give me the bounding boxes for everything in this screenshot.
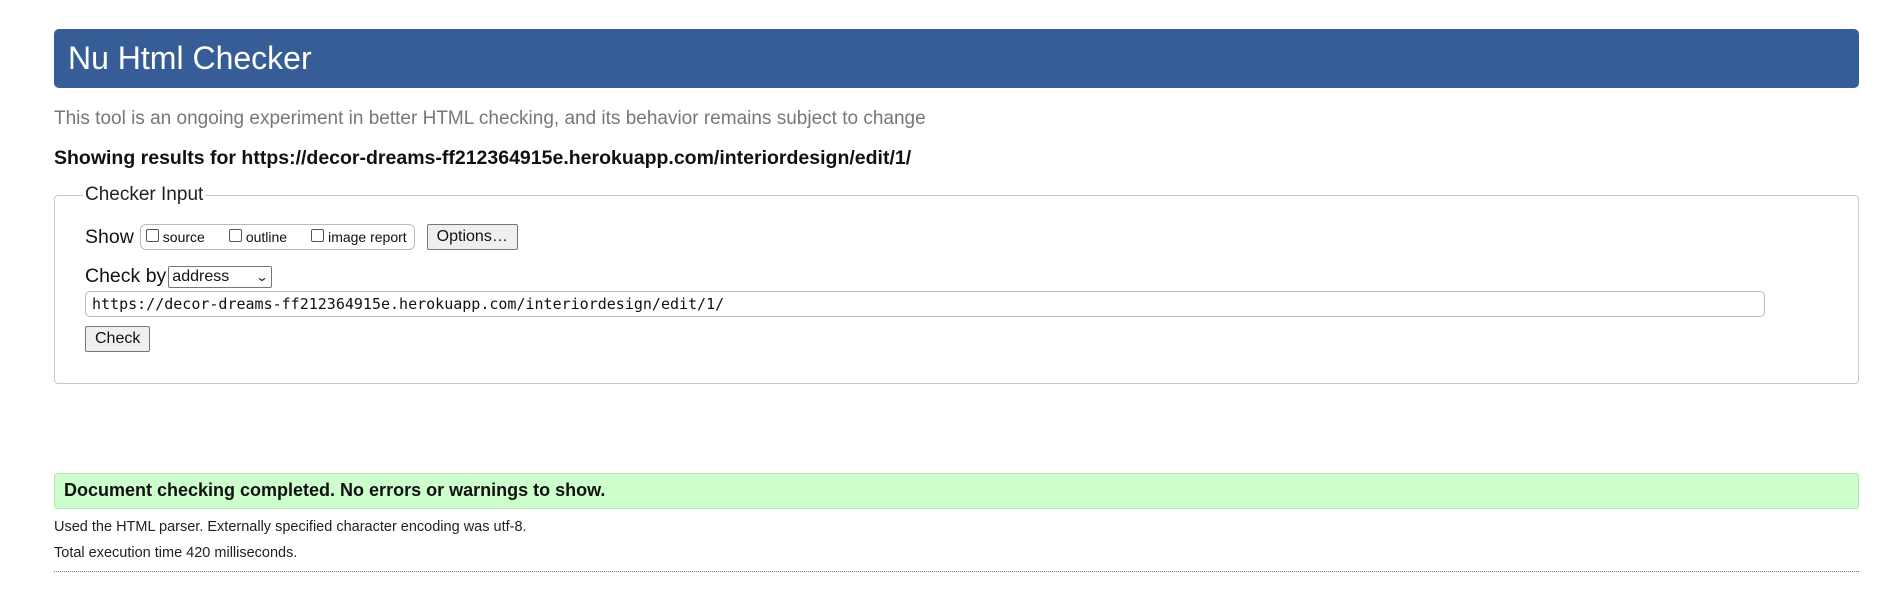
check-by-select[interactable]: address ⌄: [168, 265, 273, 288]
showing-results-heading: Showing results for https://decor-dreams…: [54, 147, 912, 169]
options-button[interactable]: Options…: [426, 224, 518, 250]
check-by-value: address: [172, 267, 230, 285]
checker-input-legend: Checker Input: [85, 184, 204, 205]
checker-input-fieldset: Checker Input Show source outline image …: [54, 184, 1859, 384]
show-row: Show source outline image report Options…: [85, 224, 1830, 250]
tool-description: This tool is an ongoing experiment in be…: [54, 108, 926, 129]
show-source-option[interactable]: source: [145, 228, 205, 245]
parser-note: Used the HTML parser. Externally specifi…: [54, 519, 527, 535]
url-input[interactable]: https://decor-dreams-ff212364915e.heroku…: [85, 291, 1765, 317]
divider: [54, 571, 1859, 572]
page-title: Nu Html Checker: [54, 29, 1859, 88]
success-message: Document checking completed. No errors o…: [54, 473, 1859, 509]
checker-page: Nu Html Checker This tool is an ongoing …: [54, 29, 1859, 384]
image-report-checkbox[interactable]: [311, 228, 325, 242]
outline-label: outline: [245, 229, 288, 245]
show-image-report-option[interactable]: image report: [311, 228, 407, 245]
image-report-label: image report: [328, 229, 407, 245]
source-checkbox[interactable]: [145, 228, 159, 242]
execution-time: Total execution time 420 milliseconds.: [54, 545, 298, 561]
chevron-down-icon: ⌄: [255, 269, 269, 284]
check-button[interactable]: Check: [85, 326, 151, 352]
outline-checkbox[interactable]: [228, 228, 242, 242]
show-options-group: source outline image report: [139, 224, 415, 250]
source-label: source: [162, 229, 205, 245]
show-label: Show: [85, 225, 134, 248]
show-outline-option[interactable]: outline: [228, 228, 288, 245]
check-by-row: Check by address ⌄: [85, 265, 1830, 288]
check-by-label: Check by: [85, 265, 167, 287]
